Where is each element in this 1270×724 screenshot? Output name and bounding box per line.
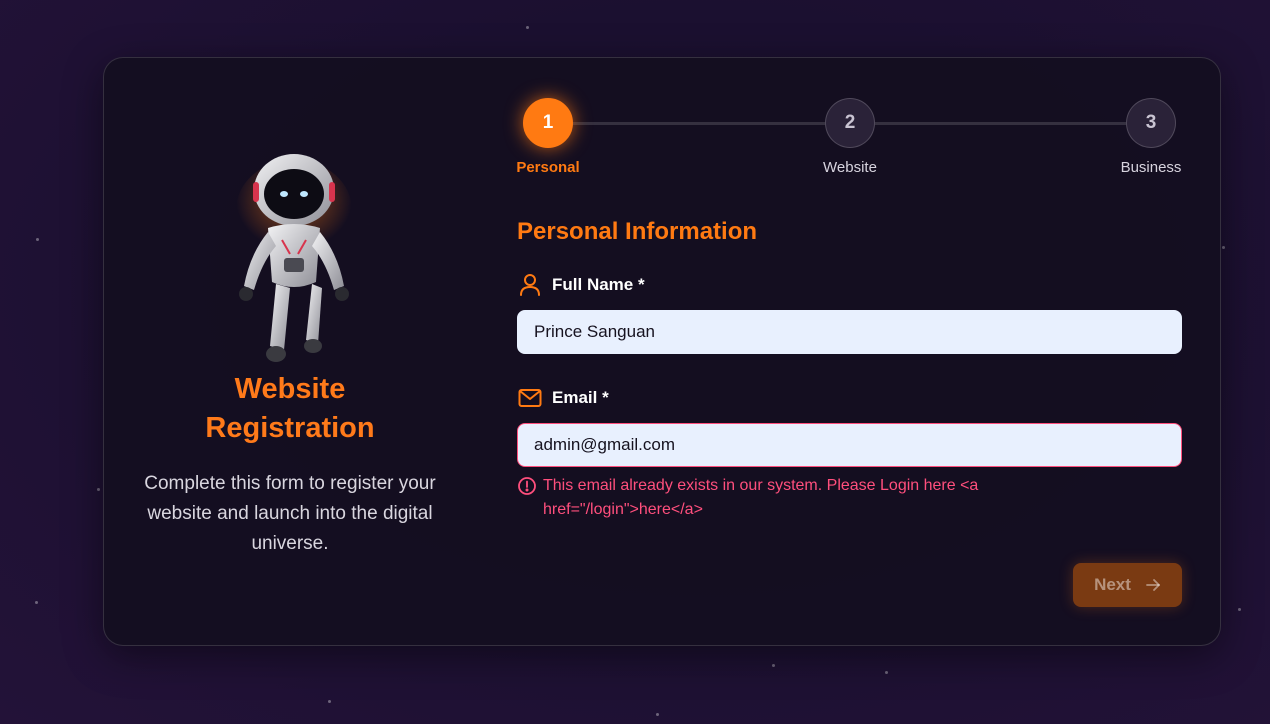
section-title: Personal Information — [517, 218, 758, 245]
alert-circle-icon — [518, 477, 536, 495]
background-star — [526, 26, 529, 29]
background-star — [1238, 608, 1241, 611]
background-star — [885, 671, 888, 674]
left-panel-description: Complete this form to register your webs… — [144, 473, 436, 554]
email-label: Email * — [552, 388, 609, 407]
mail-icon — [517, 385, 543, 411]
arrow-right-icon — [1146, 579, 1160, 591]
email-label-row: Email * — [517, 385, 609, 411]
step-1-circle[interactable]: 1 — [523, 98, 573, 148]
email-input[interactable] — [517, 423, 1182, 467]
email-error-message: This email already exists in our system.… — [517, 474, 1077, 522]
background-star — [328, 700, 331, 703]
background-star — [1222, 246, 1225, 249]
background-star — [97, 488, 100, 491]
left-panel-title: Website Registration — [205, 373, 375, 444]
step-3-label: Business — [1120, 159, 1182, 176]
step-2-label: Website — [823, 159, 877, 176]
astronaut-robot-illustration — [236, 154, 352, 362]
full-name-label: Full Name * — [552, 275, 645, 294]
email-error-text: This email already exists in our system.… — [543, 477, 979, 518]
next-button-label: Next — [1094, 575, 1131, 594]
next-button[interactable]: Next — [1073, 563, 1182, 607]
registration-card: Website Registration Complete this form … — [103, 57, 1221, 646]
full-name-input[interactable] — [517, 310, 1182, 354]
background-star — [35, 601, 38, 604]
step-3-circle[interactable]: 3 — [1126, 98, 1176, 148]
background-star — [36, 238, 39, 241]
background-star — [656, 713, 659, 716]
step-1-label: Personal — [516, 159, 580, 176]
background-star — [772, 664, 775, 667]
step-2-circle[interactable]: 2 — [825, 98, 875, 148]
user-icon — [517, 272, 543, 298]
full-name-label-row: Full Name * — [517, 272, 645, 298]
